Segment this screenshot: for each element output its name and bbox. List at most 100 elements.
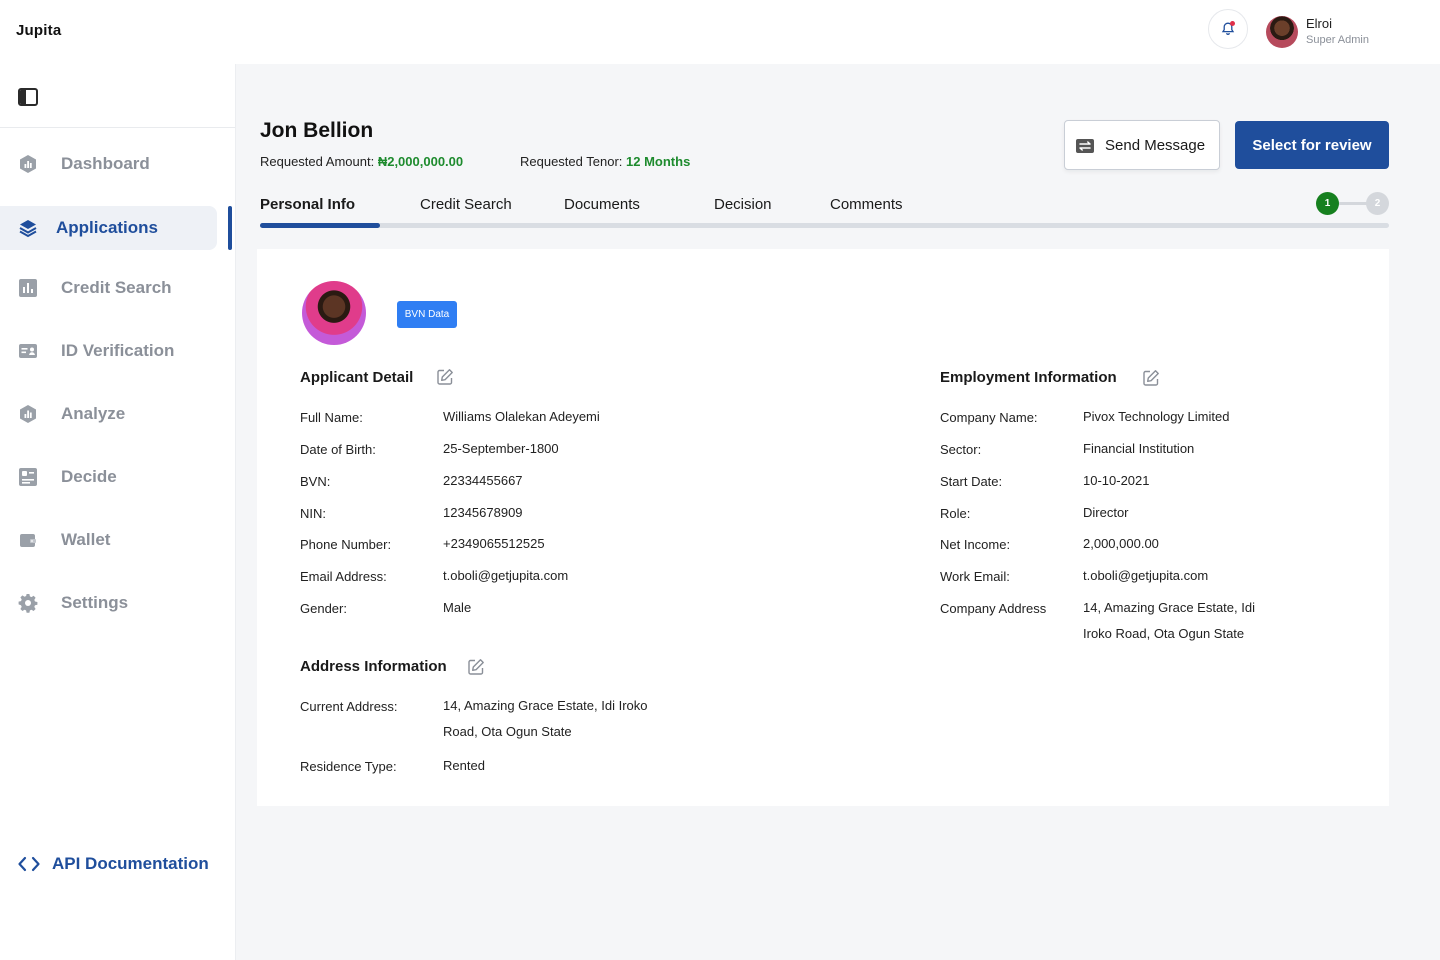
field-label: Company Address bbox=[940, 601, 1047, 616]
sidebar-toggle-icon[interactable] bbox=[18, 88, 38, 106]
avatar[interactable] bbox=[1266, 16, 1298, 48]
field-label: NIN: bbox=[300, 506, 326, 521]
field-value: +2349065512525 bbox=[443, 536, 545, 551]
field-value: 10-10-2021 bbox=[1083, 473, 1150, 488]
edit-icon[interactable] bbox=[1142, 369, 1160, 387]
tab-documents[interactable]: Documents bbox=[564, 196, 640, 213]
code-icon bbox=[18, 856, 40, 872]
field-value: t.oboli@getjupita.com bbox=[443, 568, 569, 583]
bvn-data-badge[interactable]: BVN Data bbox=[397, 301, 457, 328]
user-role: Super Admin bbox=[1306, 34, 1369, 46]
requested-tenor: Requested Tenor: 12 Months bbox=[520, 154, 690, 169]
top-bar: Jupita Elroi Super Admin bbox=[0, 0, 1440, 64]
field-value: Rented bbox=[443, 758, 485, 773]
sidebar-item-label: ID Verification bbox=[61, 341, 175, 360]
active-indicator bbox=[228, 206, 232, 250]
bar-chart-icon bbox=[18, 278, 38, 298]
field-value: 25-September-1800 bbox=[443, 441, 559, 456]
sidebar-item-wallet[interactable]: Wallet bbox=[0, 518, 236, 562]
field-label: Full Name: bbox=[300, 410, 363, 425]
sidebar-item-label: Wallet bbox=[61, 530, 111, 549]
sidebar-item-label: Settings bbox=[61, 593, 129, 612]
field-label: Date of Birth: bbox=[300, 442, 376, 457]
sidebar-item-label: Analyze bbox=[61, 404, 126, 423]
api-documentation-link[interactable]: API Documentation bbox=[18, 854, 209, 874]
field-value: Director bbox=[1083, 505, 1129, 520]
send-message-label: Send Message bbox=[1105, 137, 1206, 154]
field-value: 14, Amazing Grace Estate, Idi Iroko bbox=[443, 698, 648, 713]
requested-amount-value: ₦2,000,000.00 bbox=[377, 154, 464, 169]
field-label: Work Email: bbox=[940, 569, 1010, 584]
field-label: BVN: bbox=[300, 474, 331, 489]
sidebar: Dashboard Applications Credit Search ID … bbox=[0, 64, 236, 960]
field-value: 2,000,000.00 bbox=[1083, 536, 1159, 551]
employment-information-title: Employment Information bbox=[940, 369, 1117, 386]
applicant-detail-title: Applicant Detail bbox=[300, 369, 414, 386]
stepper-line bbox=[1338, 202, 1368, 205]
analyze-icon bbox=[18, 404, 38, 424]
sidebar-item-label: Dashboard bbox=[61, 154, 150, 173]
sidebar-item-id-verification[interactable]: ID Verification bbox=[0, 329, 236, 373]
field-value: Williams Olalekan Adeyemi bbox=[443, 409, 600, 424]
tab-credit-search[interactable]: Credit Search bbox=[420, 196, 512, 213]
tab-active-underline bbox=[260, 223, 380, 228]
personal-info-card bbox=[257, 249, 1389, 806]
field-label: Role: bbox=[940, 506, 971, 521]
requested-tenor-label: Requested Tenor: bbox=[520, 154, 623, 169]
layers-icon bbox=[18, 218, 38, 238]
sidebar-item-decide[interactable]: Decide bbox=[0, 455, 236, 499]
sidebar-item-label: Credit Search bbox=[61, 278, 172, 297]
requested-amount-label: Requested Amount: bbox=[260, 154, 375, 169]
tab-comments[interactable]: Comments bbox=[830, 196, 903, 213]
notification-dot bbox=[1230, 21, 1235, 26]
field-label: Current Address: bbox=[300, 699, 398, 714]
field-value-line-2: Iroko Road, Ota Ogun State bbox=[1083, 626, 1245, 641]
requested-tenor-value: 12 Months bbox=[626, 154, 691, 169]
message-icon bbox=[1076, 139, 1094, 153]
field-value: Male bbox=[443, 600, 472, 615]
field-label: Company Name: bbox=[940, 410, 1038, 425]
sidebar-item-label: Decide bbox=[61, 467, 117, 486]
tab-decision[interactable]: Decision bbox=[714, 196, 772, 213]
gear-icon bbox=[18, 593, 38, 613]
dashboard-icon bbox=[18, 154, 38, 174]
field-label: Residence Type: bbox=[300, 759, 397, 774]
field-value: t.oboli@getjupita.com bbox=[1083, 568, 1209, 583]
field-label: Gender: bbox=[300, 601, 347, 616]
sidebar-item-credit-search[interactable]: Credit Search bbox=[0, 266, 236, 310]
requested-amount: Requested Amount: ₦2,000,000.00 bbox=[260, 154, 463, 169]
select-for-review-button[interactable]: Select for review bbox=[1235, 121, 1389, 169]
field-label: Start Date: bbox=[940, 474, 1003, 489]
field-label: Email Address: bbox=[300, 569, 387, 584]
tab-track bbox=[260, 223, 1389, 228]
send-message-button[interactable]: Send Message bbox=[1064, 120, 1220, 170]
id-card-icon bbox=[18, 341, 38, 361]
sidebar-divider bbox=[0, 127, 235, 128]
step-1[interactable]: 1 bbox=[1316, 192, 1339, 215]
field-value: Pivox Technology Limited bbox=[1083, 409, 1230, 424]
page-title: Jon Bellion bbox=[260, 119, 374, 142]
user-name: Elroi bbox=[1306, 16, 1333, 31]
field-value: 22334455667 bbox=[443, 473, 523, 488]
edit-icon[interactable] bbox=[467, 658, 485, 676]
notification-button[interactable] bbox=[1208, 9, 1248, 49]
sidebar-item-label: Applications bbox=[56, 218, 159, 237]
field-value-line-2: Road, Ota Ogun State bbox=[443, 724, 572, 739]
sidebar-item-dashboard[interactable]: Dashboard bbox=[0, 142, 236, 186]
field-value: 12345678909 bbox=[443, 505, 523, 520]
wallet-icon bbox=[18, 530, 38, 550]
tab-personal-info[interactable]: Personal Info bbox=[260, 196, 355, 213]
address-information-title: Address Information bbox=[300, 658, 447, 675]
field-label: Sector: bbox=[940, 442, 982, 457]
sidebar-item-settings[interactable]: Settings bbox=[0, 581, 236, 625]
brand-logo[interactable]: Jupita bbox=[16, 22, 61, 39]
applicant-photo bbox=[302, 281, 366, 345]
sidebar-item-applications[interactable]: Applications bbox=[0, 206, 236, 250]
sidebar-item-analyze[interactable]: Analyze bbox=[0, 392, 236, 436]
edit-icon[interactable] bbox=[436, 368, 454, 386]
step-2[interactable]: 2 bbox=[1366, 192, 1389, 215]
field-value: 14, Amazing Grace Estate, Idi bbox=[1083, 600, 1255, 615]
field-label: Phone Number: bbox=[300, 537, 392, 552]
decide-icon bbox=[18, 467, 38, 487]
field-label: Net Income: bbox=[940, 537, 1011, 552]
